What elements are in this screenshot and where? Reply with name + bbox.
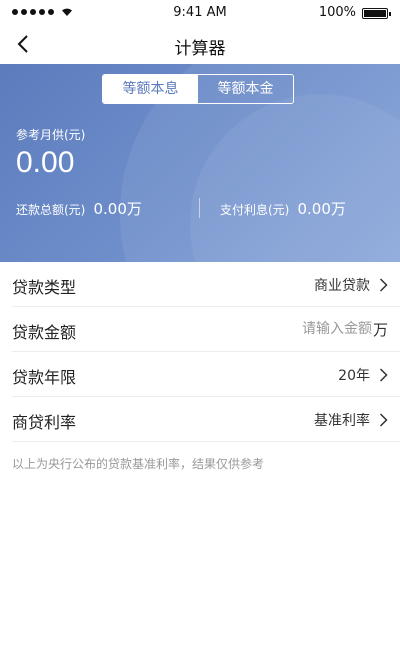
interest-rate-row[interactable]: 商贷利率 基准利率 [12,397,400,442]
loan-amount-unit: 万 [372,321,388,339]
status-bar: 9:41 AM 100% [0,0,400,26]
summary-row: 还款总额(元) 0.00万 支付利息(元) 0.00万 [16,198,384,220]
loan-term-value: 20年 [338,368,370,384]
total-repayment: 还款总额(元) 0.00万 [16,198,142,219]
loan-amount-input[interactable] [252,318,372,340]
interest-rate-value: 基准利率 [314,413,370,429]
divider [199,198,200,218]
loan-amount-label: 贷款金额 [12,323,77,342]
loan-type-label: 贷款类型 [12,278,77,297]
loan-term-label: 贷款年限 [12,368,77,387]
chevron-right-icon [379,368,388,382]
tab-equal-principal[interactable]: 等额本金 [198,75,293,103]
loan-amount-row: 贷款金额 万 [12,307,400,352]
monthly-payment-label: 参考月供(元) [16,128,86,142]
battery-icon [362,8,391,19]
interest-paid: 支付利息(元) 0.00万 [220,198,346,219]
chevron-right-icon [379,278,388,292]
loan-type-value: 商业贷款 [314,278,370,294]
interest-rate-label: 商贷利率 [12,413,77,432]
loan-type-row[interactable]: 贷款类型 商业贷款 [12,262,400,307]
interest-paid-label: 支付利息(元) [220,203,290,217]
tab-equal-installment[interactable]: 等额本息 [103,75,198,103]
loan-form: 贷款类型 商业贷款 贷款金额 万 贷款年限 20年 商贷利率 基准利率 [0,262,400,442]
result-panel: 等额本息 等额本金 参考月供(元) 0.00 还款总额(元) 0.00万 支付利… [0,64,400,262]
disclaimer-note: 以上为央行公布的贷款基准利率，结果仅供参考 [12,457,265,471]
nav-bar: 计算器 [0,26,400,64]
total-repayment-label: 还款总额(元) [16,203,86,217]
chevron-right-icon [379,413,388,427]
monthly-payment-value: 0.00 [16,146,75,179]
interest-paid-value: 0.00万 [297,200,346,218]
loan-term-row[interactable]: 贷款年限 20年 [12,352,400,397]
battery-percent: 100% [318,5,356,20]
page-title: 计算器 [174,39,226,59]
repayment-method-toggle: 等额本息 等额本金 [102,74,294,104]
total-repayment-value: 0.00万 [93,200,142,218]
